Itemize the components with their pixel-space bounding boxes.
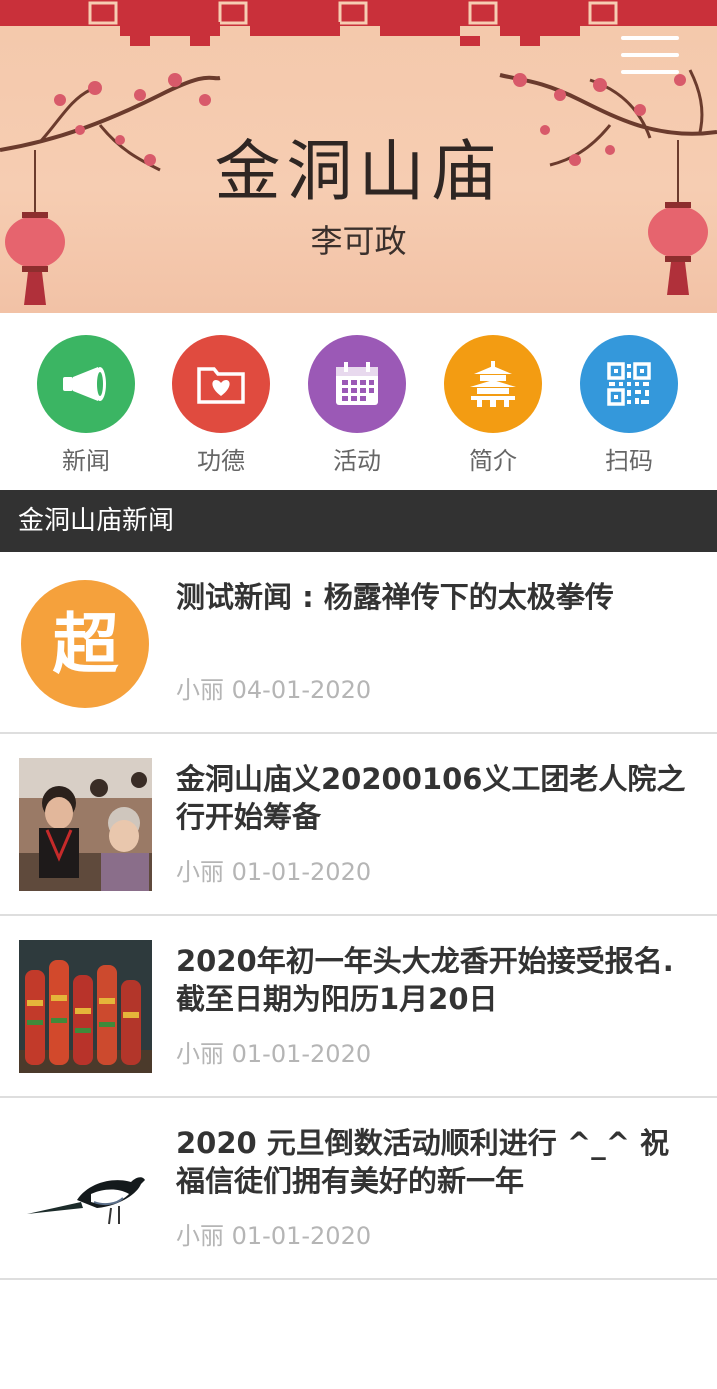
- nav-item-events[interactable]: 活动: [302, 335, 412, 485]
- nav-label-events: 活动: [333, 447, 381, 475]
- news-author-date: 小丽 04-01-2020: [176, 676, 372, 704]
- news-thumbnail-photo: [19, 1122, 152, 1255]
- news-title[interactable]: 2020年初一年头大龙香开始接受报名. 截至日期为阳历1月20日: [176, 942, 696, 1018]
- news-title[interactable]: 测试新闻 : 杨露禅传下的太极拳传: [176, 578, 696, 616]
- qr-code-icon: [580, 335, 678, 433]
- megaphone-icon: [37, 335, 135, 433]
- news-title[interactable]: 金洞山庙义20200106义工团老人院之行开始筹备: [176, 760, 696, 836]
- news-thumbnail-photo: [19, 940, 152, 1073]
- news-item[interactable]: 2020年初一年头大龙香开始接受报名. 截至日期为阳历1月20日 小丽 01-0…: [0, 916, 717, 1098]
- news-item[interactable]: 超 测试新闻 : 杨露禅传下的太极拳传 小丽 04-01-2020: [0, 552, 717, 734]
- news-thumbnail-photo: [19, 758, 152, 891]
- news-item[interactable]: 2020 元旦倒数活动顺利进行 ^_^ 祝福信徒们拥有美好的新一年 小丽 01-…: [0, 1098, 717, 1280]
- hamburger-menu-icon[interactable]: [621, 36, 679, 80]
- news-item[interactable]: 金洞山庙义20200106义工团老人院之行开始筹备 小丽 01-01-2020: [0, 734, 717, 916]
- heart-folder-icon: [172, 335, 270, 433]
- temple-subtitle: 李可政: [310, 222, 407, 260]
- nav-item-intro[interactable]: 简介: [438, 335, 548, 485]
- news-author-date: 小丽 01-01-2020: [176, 1222, 372, 1250]
- nav-item-merit[interactable]: 功德: [166, 335, 276, 485]
- section-header: 金洞山庙新闻: [0, 490, 717, 552]
- nav-label-intro: 简介: [469, 447, 517, 475]
- pagoda-icon: [444, 335, 542, 433]
- temple-title: 金洞山庙: [214, 133, 503, 210]
- section-title: 金洞山庙新闻: [18, 506, 175, 536]
- badge-char: 超: [52, 606, 119, 683]
- news-list: 超 测试新闻 : 杨露禅传下的太极拳传 小丽 04-01-2020 金洞山庙义2…: [0, 552, 717, 1280]
- nav-item-news[interactable]: 新闻: [31, 335, 141, 485]
- news-author-date: 小丽 01-01-2020: [176, 858, 372, 886]
- news-thumbnail-badge: 超: [19, 578, 152, 711]
- quick-nav: 新闻 功德 活动 简介 扫码: [0, 313, 717, 490]
- news-title[interactable]: 2020 元旦倒数活动顺利进行 ^_^ 祝福信徒们拥有美好的新一年: [176, 1124, 696, 1200]
- nav-label-merit: 功德: [197, 447, 245, 475]
- nav-item-scan[interactable]: 扫码: [574, 335, 684, 485]
- news-author-date: 小丽 01-01-2020: [176, 1040, 372, 1068]
- calendar-icon: [308, 335, 406, 433]
- nav-label-news: 新闻: [62, 447, 110, 475]
- nav-label-scan: 扫码: [605, 447, 653, 475]
- header-banner: 金洞山庙 李可政: [0, 0, 717, 313]
